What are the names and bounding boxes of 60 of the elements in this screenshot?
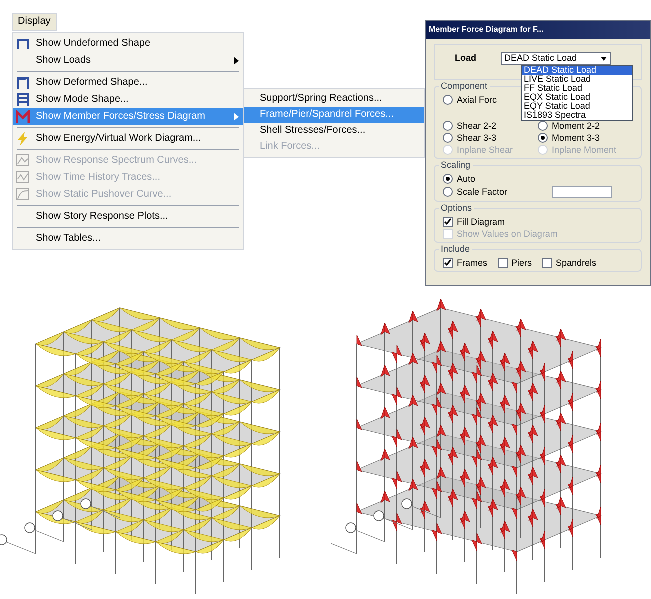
radio-label: Moment 2-2 (552, 121, 600, 131)
group-title: Scaling (439, 159, 473, 172)
radio-label: Moment 3-3 (552, 133, 600, 143)
checkbox[interactable] (498, 258, 508, 268)
radio-button[interactable] (443, 174, 453, 184)
chart-icon (16, 188, 30, 201)
dropdown-list[interactable]: DEAD Static Load LIVE Static Load FF Static Load EQX Static Load EQY Static Load IS1893 Spectra (521, 65, 633, 121)
load-label: Load (455, 52, 476, 65)
dropdown-option[interactable]: IS1893 Spectra (522, 111, 632, 120)
radio-button[interactable] (443, 121, 453, 131)
group-title: Component (439, 80, 490, 94)
submenu-arrow-icon (234, 56, 239, 64)
radio-label: Auto (457, 174, 476, 184)
checkbox-label: Spandrels (556, 258, 597, 268)
menu-item[interactable]: Shell Stresses/Forces... (244, 123, 424, 139)
radio-label: Axial Forc (457, 95, 498, 105)
chart-icon (16, 171, 30, 184)
menu-item[interactable]: Show Undeformed Shape (13, 35, 243, 52)
submenu-arrow-icon (234, 112, 239, 120)
group-title: Options (439, 202, 474, 216)
menu-item[interactable]: Show Energy/Virtual Work Diagram... (13, 130, 243, 147)
dropdown-option[interactable]: FF Static Load (522, 84, 632, 93)
checkbox-label: Frames (457, 258, 488, 268)
caret-icon (600, 56, 606, 60)
frame-icon (16, 76, 30, 90)
checkbox-label: Show Values on Diagram (457, 229, 558, 239)
checkbox[interactable] (542, 258, 552, 268)
radio-label: Shear 3-3 (457, 133, 497, 143)
radio-button[interactable] (538, 133, 548, 143)
menu-item[interactable]: Show Story Response Plots... (13, 208, 243, 225)
checkbox-label: Fill Diagram (457, 217, 506, 227)
load-select[interactable]: DEAD Static Load (500, 52, 610, 65)
menu-item[interactable]: Show Mode Shape... (13, 91, 243, 108)
radio-button[interactable] (538, 121, 548, 131)
window-title: Member Force Diagram for F... (429, 24, 544, 36)
radio-button[interactable] (443, 187, 453, 197)
checkbox[interactable] (443, 217, 453, 227)
menu-item[interactable]: Support/Spring Reactions... (244, 91, 424, 107)
dropdown-option[interactable]: EQY Static Load (522, 102, 632, 111)
radio-button[interactable] (443, 95, 453, 105)
radio-label: Scale Factor (457, 187, 508, 197)
dropdown-option[interactable]: LIVE Static Load (522, 75, 632, 84)
menu-item[interactable]: Show Tables... (13, 230, 243, 247)
radio-button[interactable] (443, 133, 453, 143)
checkbox-label: Piers (512, 258, 532, 268)
lightning-icon (16, 132, 30, 146)
radio-label: Shear 2-2 (457, 121, 497, 131)
menu-title[interactable]: Display (12, 13, 57, 31)
frame-icon (16, 38, 30, 50)
scale-factor-field[interactable] (552, 186, 612, 198)
checkbox[interactable] (443, 258, 453, 268)
radio-label: Inplane Shear (457, 145, 514, 155)
frame-icon (16, 92, 30, 106)
diagram-icon (16, 110, 30, 124)
menu-item[interactable]: Show Deformed Shape... (13, 74, 243, 91)
dropdown-option[interactable]: DEAD Static Load (522, 66, 632, 75)
radio-label: Inplane Moment (552, 145, 617, 155)
menu-item[interactable]: Show Loads (13, 52, 243, 69)
dropdown-option[interactable]: EQX Static Load (522, 93, 632, 102)
chart-icon (16, 154, 30, 167)
